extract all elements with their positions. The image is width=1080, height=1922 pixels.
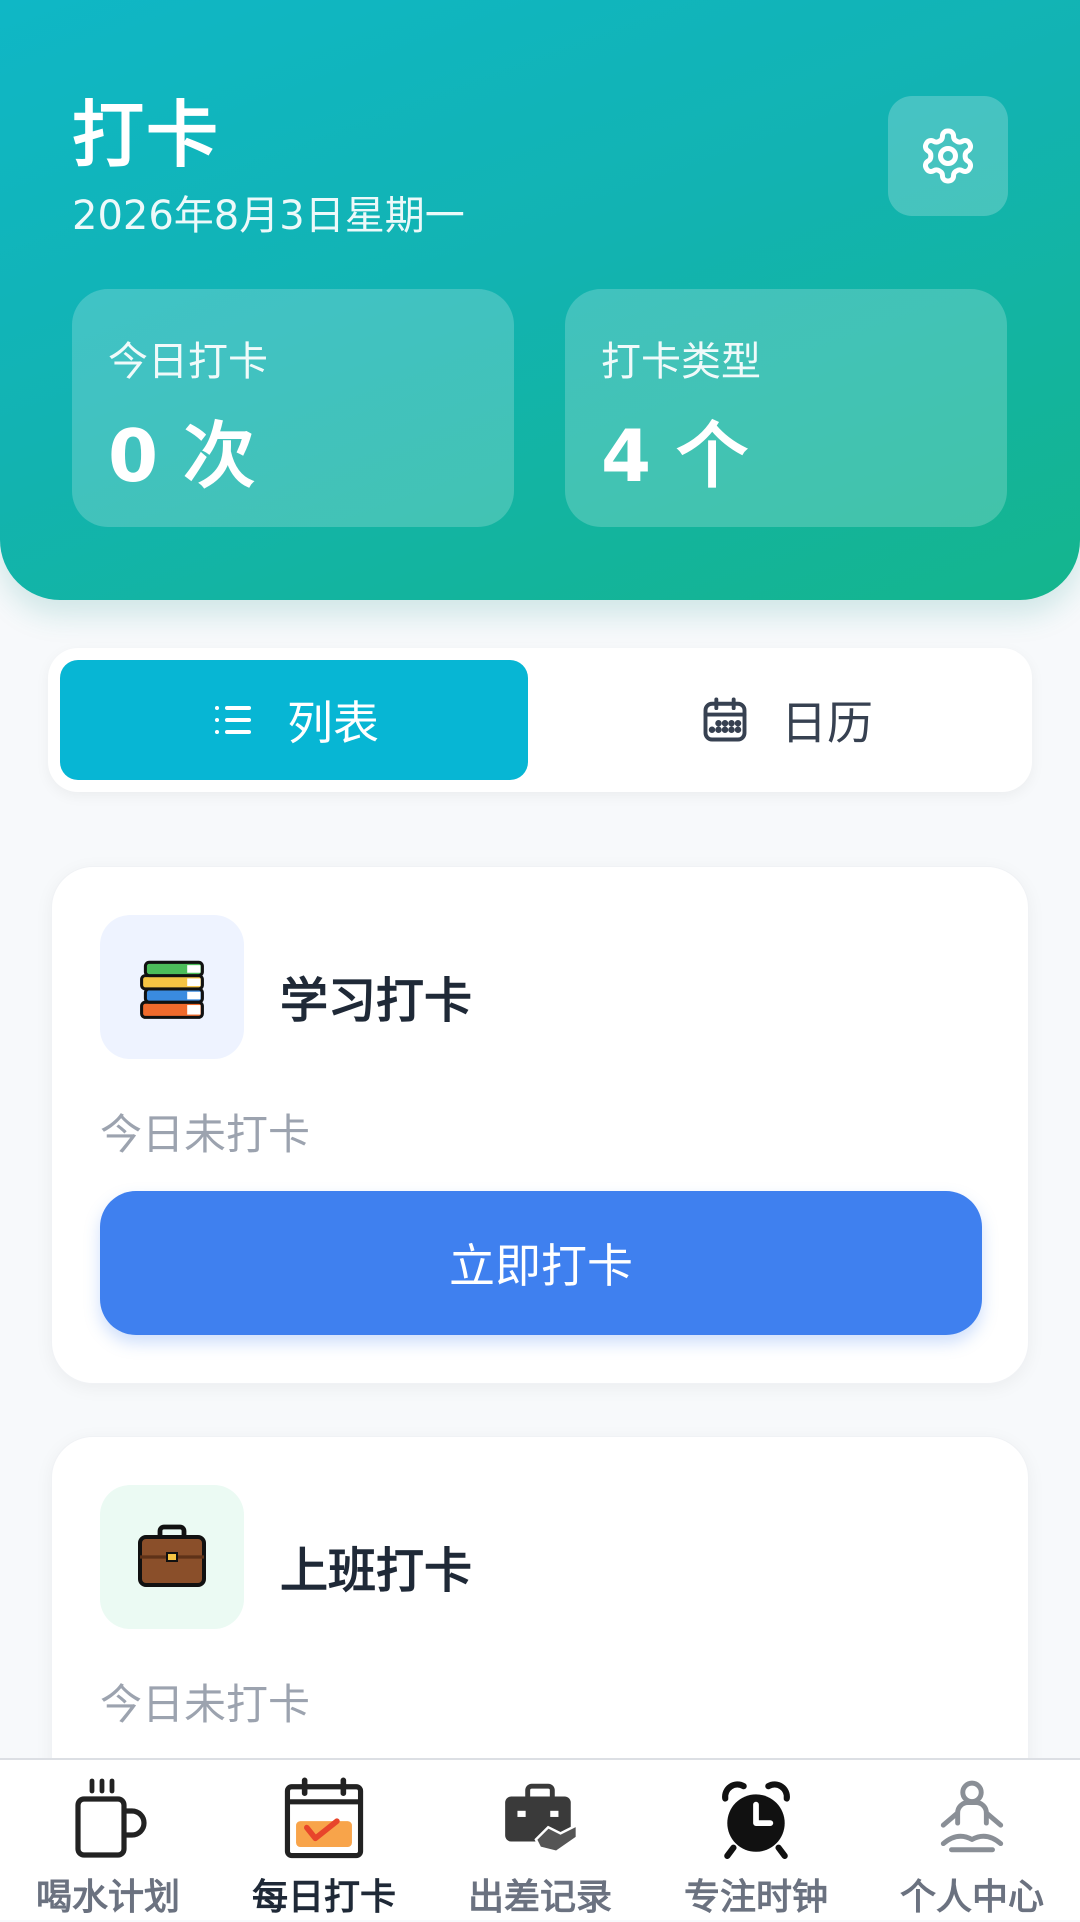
meditation-person-icon bbox=[864, 1774, 1080, 1864]
alarm-clock-icon bbox=[648, 1774, 864, 1864]
nav-item-profile[interactable]: 个人中心 bbox=[864, 1760, 1080, 1922]
calendar-check-icon bbox=[216, 1774, 432, 1864]
header: 打卡 2026年8月3日星期一 今日打卡 0 次 打卡类型 4 个 bbox=[0, 0, 1080, 600]
coffee-mug-icon bbox=[0, 1774, 216, 1864]
card-status: 今日未打卡 bbox=[100, 1680, 311, 1729]
books-icon bbox=[100, 915, 244, 1059]
stat-types-label: 打卡类型 bbox=[601, 339, 761, 385]
nav-label: 喝水计划 bbox=[35, 1877, 180, 1918]
list-icon bbox=[209, 696, 257, 744]
page-title: 打卡 bbox=[72, 93, 221, 177]
nav-item-daily-checkin[interactable]: 每日打卡 bbox=[216, 1760, 432, 1922]
view-toggle: 列表 日历 bbox=[48, 648, 1032, 792]
settings-button[interactable] bbox=[888, 96, 1008, 216]
checkin-now-button[interactable]: 立即打卡 bbox=[100, 1191, 982, 1335]
nav-label: 出差记录 bbox=[467, 1877, 612, 1918]
stat-types-value: 4 个 bbox=[601, 414, 749, 498]
list-view-label: 列表 bbox=[287, 696, 379, 750]
card-title: 学习打卡 bbox=[280, 973, 473, 1029]
stat-today-checkins: 今日打卡 0 次 bbox=[72, 289, 514, 527]
list-view-button[interactable]: 列表 bbox=[60, 660, 528, 780]
stat-checkin-types: 打卡类型 4 个 bbox=[565, 289, 1007, 527]
briefcase-icon bbox=[100, 1485, 244, 1629]
calendar-view-label: 日历 bbox=[781, 696, 873, 750]
card-title: 上班打卡 bbox=[280, 1543, 473, 1599]
gear-icon bbox=[918, 126, 978, 186]
stat-today-value: 0 次 bbox=[108, 414, 256, 498]
nav-label: 专注时钟 bbox=[683, 1877, 828, 1918]
bottom-nav: 喝水计划 每日打卡 出差记录 专注时钟 个人中心 bbox=[0, 1758, 1080, 1920]
current-date: 2026年8月3日星期一 bbox=[72, 193, 465, 239]
nav-label: 每日打卡 bbox=[251, 1877, 396, 1918]
checkin-card-study: 学习打卡 今日未打卡 立即打卡 bbox=[51, 866, 1029, 1384]
nav-label: 个人中心 bbox=[899, 1877, 1044, 1918]
nav-item-focus-clock[interactable]: 专注时钟 bbox=[648, 1760, 864, 1922]
calendar-icon bbox=[699, 694, 751, 746]
nav-item-water-plan[interactable]: 喝水计划 bbox=[0, 1760, 216, 1922]
stat-today-label: 今日打卡 bbox=[108, 339, 268, 385]
travel-case-icon bbox=[432, 1774, 648, 1864]
calendar-view-button[interactable]: 日历 bbox=[552, 660, 1020, 780]
card-status: 今日未打卡 bbox=[100, 1110, 311, 1159]
nav-item-travel-records[interactable]: 出差记录 bbox=[432, 1760, 648, 1922]
